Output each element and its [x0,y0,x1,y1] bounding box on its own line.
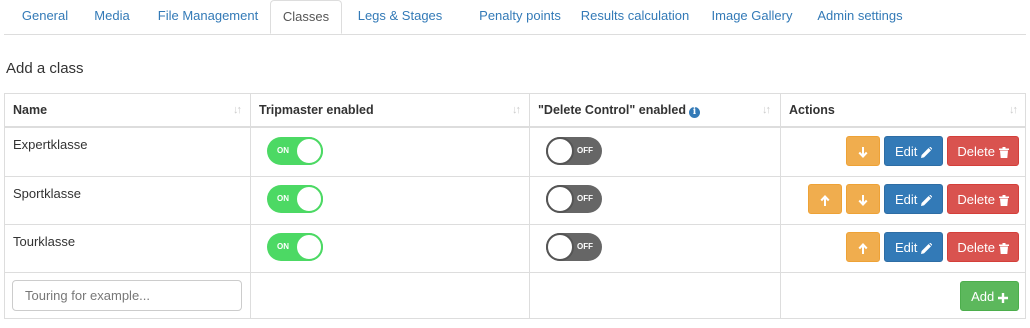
toggle-state: ON [277,146,289,155]
edit-button[interactable]: Edit [884,232,943,262]
trash-icon [998,147,1009,158]
delete-control-toggle[interactable]: OFF [546,137,602,165]
column-header-tripmaster[interactable]: Tripmaster enabled [259,94,374,126]
add-button-label: Add [971,289,995,304]
trash-icon [998,243,1009,254]
sort-icon[interactable]: ↓↑ [1009,94,1018,126]
move-up-button[interactable] [846,232,880,262]
tab-media[interactable]: Media [86,0,138,33]
class-name: Tourklasse [13,234,76,249]
arrow-up-icon [820,195,830,206]
tab-admin-settings[interactable]: Admin settings [810,0,910,33]
toggle-state: ON [277,194,289,203]
sort-icon[interactable]: ↓↑ [762,94,771,126]
trash-icon [998,195,1009,206]
move-up-button[interactable] [808,184,842,214]
tripmaster-toggle[interactable]: ON [267,137,323,165]
tab-penalty-points[interactable]: Penalty points [471,0,569,33]
pencil-icon [921,146,933,158]
tripmaster-toggle[interactable]: ON [267,233,323,261]
column-header-actions[interactable]: Actions [789,94,835,126]
pencil-icon [921,242,933,254]
delete-control-toggle[interactable]: OFF [546,233,602,261]
tab-classes[interactable]: Classes [270,0,342,34]
arrow-down-icon [858,147,868,158]
column-header-delete-control[interactable]: "Delete Control" enabled i [538,94,700,126]
move-down-button[interactable] [846,184,880,214]
sort-icon[interactable]: ↓↑ [512,94,521,126]
edit-button[interactable]: Edit [884,184,943,214]
toggle-state: OFF [577,146,593,155]
tab-bar: General Media File Management Classes Le… [4,0,1026,35]
toggle-state: OFF [577,194,593,203]
classes-table: Name ↓↑ Tripmaster enabled ↓↑ "Delete Co… [4,93,1026,319]
arrow-down-icon [858,195,868,206]
sort-icon[interactable]: ↓↑ [233,94,242,126]
pencil-icon [921,194,933,206]
column-header-delete-control-label: "Delete Control" enabled [538,103,686,117]
delete-button[interactable]: Delete [947,184,1019,214]
delete-button-label: Delete [957,192,995,207]
page-title: Add a class [6,60,84,77]
tab-general[interactable]: General [14,0,76,33]
tab-results-calculation[interactable]: Results calculation [570,0,700,33]
column-header-name[interactable]: Name [13,94,47,126]
toggle-state: OFF [577,242,593,251]
delete-button[interactable]: Delete [947,232,1019,262]
delete-button-label: Delete [957,240,995,255]
edit-button-label: Edit [894,144,918,159]
edit-button-label: Edit [894,240,918,255]
delete-button[interactable]: Delete [947,136,1019,166]
tab-legs-stages[interactable]: Legs & Stages [350,0,450,33]
arrow-up-icon [858,243,868,254]
tab-image-gallery[interactable]: Image Gallery [700,0,804,33]
class-name: Sportklasse [13,186,81,201]
edit-button[interactable]: Edit [884,136,943,166]
column-header-tripmaster-label: Tripmaster enabled [259,103,374,117]
delete-button-label: Delete [957,144,995,159]
class-name: Expertklasse [13,137,88,152]
tab-file-management[interactable]: File Management [150,0,266,33]
edit-button-label: Edit [894,192,918,207]
toggle-state: ON [277,242,289,251]
new-class-name-input[interactable] [12,280,242,311]
delete-control-toggle[interactable]: OFF [546,185,602,213]
add-class-button[interactable]: Add [960,281,1019,311]
plus-icon [997,293,1008,303]
tripmaster-toggle[interactable]: ON [267,185,323,213]
info-icon[interactable]: i [689,107,700,118]
move-down-button[interactable] [846,136,880,166]
